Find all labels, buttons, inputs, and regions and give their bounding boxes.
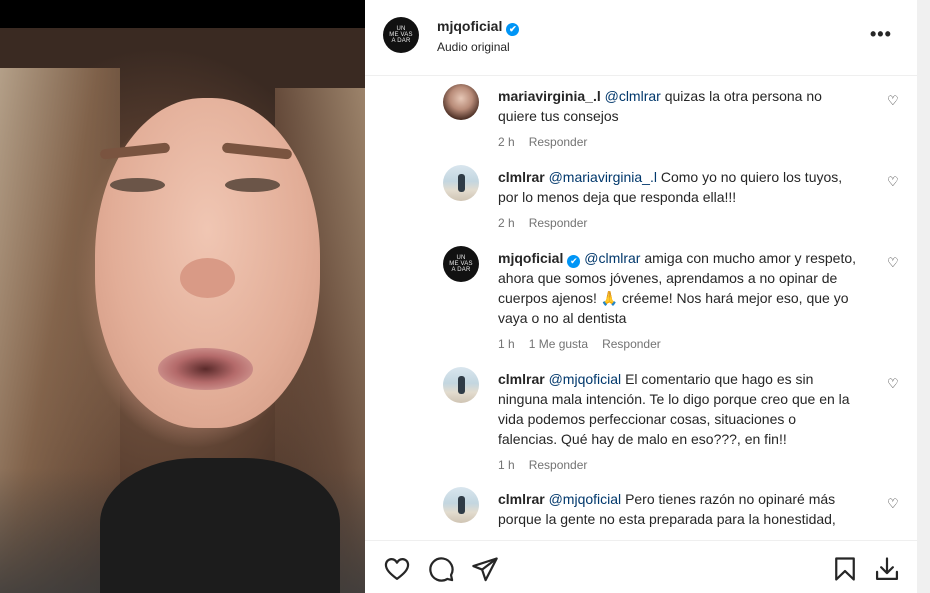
comment-mention[interactable]: @mjqoficial (549, 491, 622, 507)
reply-button[interactable]: Responder (529, 216, 588, 230)
share-icon[interactable] (471, 555, 499, 583)
comment-username[interactable]: mjqoficial (498, 250, 563, 266)
more-options-icon[interactable]: ••• (870, 24, 892, 45)
commenter-avatar[interactable] (443, 367, 479, 403)
comments-list[interactable]: mariavirginia_.l @clmlrar quizas la otra… (365, 77, 917, 540)
verified-badge-icon: ✔ (506, 23, 520, 36)
post-panel: UN ME VAS A DAR mjqoficial ✔ Audio origin… (365, 0, 917, 593)
reply-button[interactable]: Responder (529, 458, 588, 472)
window-edge (917, 0, 930, 593)
comment-time[interactable]: 1 h (498, 458, 515, 472)
comment-mention[interactable]: @mjqoficial (549, 371, 622, 387)
comment-time[interactable]: 2 h (498, 216, 515, 230)
comment-mention[interactable]: @clmlrar (584, 250, 640, 266)
post-media[interactable] (0, 0, 365, 593)
comment-likes-count[interactable]: 1 Me gusta (529, 337, 588, 351)
comment-like-icon[interactable]: ♡ (887, 376, 899, 392)
comment-meta: 1 h Responder (498, 458, 601, 472)
audio-label[interactable]: Audio original (437, 40, 510, 54)
commenter-avatar[interactable] (443, 165, 479, 201)
comment-meta: 2 h Responder (498, 135, 601, 149)
comment-meta: 2 h Responder (498, 216, 601, 230)
post-actions-bar (365, 540, 917, 593)
comment-username[interactable]: clmlrar (498, 371, 545, 387)
video-frame (0, 28, 365, 593)
download-icon[interactable] (873, 555, 901, 583)
like-icon[interactable] (383, 555, 411, 583)
reply-button[interactable]: Responder (529, 135, 588, 149)
comment-text: mjqoficial ✔ @clmlrar amiga con mucho amo… (498, 250, 857, 326)
comment-text: clmlrar @mjqoficial Pero tienes razón no… (498, 491, 836, 527)
comment-icon[interactable] (427, 555, 455, 583)
comment-time[interactable]: 2 h (498, 135, 515, 149)
comment-meta: 1 h 1 Me gusta Responder (498, 337, 675, 351)
save-bookmark-icon[interactable] (831, 555, 859, 583)
comment-text: clmlrar @mariavirginia_.l Como yo no qui… (498, 169, 843, 205)
reply-button[interactable]: Responder (602, 337, 661, 351)
comment-like-icon[interactable]: ♡ (887, 174, 899, 190)
author-avatar[interactable]: UN ME VAS A DAR (383, 17, 419, 53)
commenter-avatar[interactable] (443, 84, 479, 120)
media-top-bar (0, 0, 365, 28)
comment-time[interactable]: 1 h (498, 337, 515, 351)
commenter-avatar[interactable] (443, 487, 479, 523)
verified-badge-icon: ✔ (567, 255, 581, 268)
comment-username[interactable]: mariavirginia_.l (498, 88, 601, 104)
comment-text: mariavirginia_.l @clmlrar quizas la otra… (498, 88, 822, 124)
comment-username[interactable]: clmlrar (498, 491, 545, 507)
comment-like-icon[interactable]: ♡ (887, 93, 899, 109)
comment-username[interactable]: clmlrar (498, 169, 545, 185)
comment-mention[interactable]: @clmlrar (605, 88, 661, 104)
comment-like-icon[interactable]: ♡ (887, 496, 899, 512)
commenter-avatar[interactable]: UN ME VAS A DAR (443, 246, 479, 282)
post-header: UN ME VAS A DAR mjqoficial ✔ Audio origin… (365, 0, 917, 76)
comment-like-icon[interactable]: ♡ (887, 255, 899, 271)
author-username[interactable]: mjqoficial ✔ (437, 18, 520, 36)
comment-text: clmlrar @mjqoficial El comentario que ha… (498, 371, 850, 447)
comment-mention[interactable]: @mariavirginia_.l (549, 169, 657, 185)
